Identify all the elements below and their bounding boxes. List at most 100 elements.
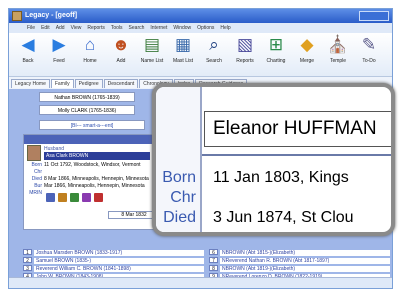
- toolbar-label: Name List: [140, 58, 164, 64]
- merge-button[interactable]: ◆ Merge: [292, 35, 322, 64]
- menu-file[interactable]: File: [27, 25, 35, 31]
- lens-born-value[interactable]: 11 Jan 1803, Kings: [213, 169, 349, 187]
- event-row[interactable]: Bur Mar 1866, Minneapolis, Hennepin, Minn…: [28, 183, 158, 190]
- window-controls[interactable]: [359, 11, 389, 21]
- child-number: 7: [209, 257, 218, 264]
- back-button[interactable]: ◀ Back: [13, 35, 43, 64]
- menu-reports[interactable]: Reports: [87, 25, 105, 31]
- mast-list-button[interactable]: ▦ Mast List: [168, 35, 198, 64]
- toolbar-label: Merge: [299, 58, 315, 64]
- family-action-icon[interactable]: [82, 193, 91, 202]
- tab-pedigree[interactable]: Pedigree: [74, 79, 103, 88]
- toolbar-label: Home: [83, 58, 97, 64]
- child-row[interactable]: 1 Joshua Marsden BROWN (1833-1917): [23, 249, 204, 256]
- tab-family[interactable]: Family: [50, 79, 74, 88]
- toolbar: ◀ Back ▶ Feed ⌂ Home ☻ Add ▤ Name List ▦ Mast List ⌕…: [9, 33, 392, 77]
- child-name: NBROWN (Abt 1819-)(Elizabeth): [220, 266, 390, 272]
- search-icon: ⌕: [209, 35, 219, 54]
- reports-icon: ▧: [236, 35, 254, 54]
- child-row[interactable]: 2 Samuel BROWN (1835-): [23, 257, 204, 264]
- search-button[interactable]: ⌕ Search: [199, 35, 229, 64]
- toolbar-label: Reports: [236, 58, 254, 64]
- toolbar-label: Mast List: [172, 58, 193, 64]
- temple-button[interactable]: ⛪ Temple: [323, 35, 353, 64]
- forward-arrow-icon: ▶: [52, 35, 66, 54]
- event-label: MRIN: [29, 190, 42, 196]
- child-number: 2: [23, 257, 32, 264]
- child-name: NBROWN (Abt 1815-)(Elizabeth): [220, 250, 390, 256]
- lens-divider: [202, 154, 391, 156]
- child-name: Reverend William C. BROWN (1841-1898): [34, 266, 204, 272]
- toolbar-label: Back: [22, 58, 34, 64]
- lens-label-column: Born Chr Died: [156, 87, 202, 232]
- menu-bar: File Edit Add View Reports Tools Search Interne…: [9, 23, 392, 33]
- title-bar: Legacy - [geoff]: [9, 9, 392, 23]
- add-button[interactable]: ☻ Add: [106, 35, 136, 64]
- child-row[interactable]: 6 NBROWN (Abt 1815-)(Elizabeth): [209, 249, 390, 256]
- husband-panel-header: [24, 135, 160, 144]
- family-action-icon[interactable]: [70, 193, 79, 202]
- family-action-icons: [46, 193, 136, 203]
- charting-icon: ⊞: [268, 35, 284, 54]
- magnifier-lens: Born Chr Died Eleanor HUFFMAN 11 Jan 180…: [152, 83, 395, 236]
- child-row[interactable]: 7 NReverend Nathan R. BROWN (Abt 1817-189…: [209, 257, 390, 264]
- pedigree-father-box[interactable]: Nathan BROWN (1765-1839): [39, 92, 135, 102]
- feed-button[interactable]: ▶ Feed: [44, 35, 74, 64]
- menu-options[interactable]: Options: [197, 25, 214, 31]
- toolbar-label: Temple: [329, 58, 347, 64]
- event-value: 11 Oct 1792, Woodstock, Windsor, Vermont: [44, 162, 141, 168]
- family-action-icon[interactable]: [94, 193, 103, 202]
- menu-internet[interactable]: Internet: [150, 25, 167, 31]
- child-number: 8: [209, 265, 218, 272]
- menu-tools[interactable]: Tools: [111, 25, 123, 31]
- name-list-button[interactable]: ▤ Name List: [137, 35, 167, 64]
- toolbar-label: Charting: [266, 58, 286, 64]
- husband-event-list: Born 11 Oct 1792, Woodstock, Windsor, Ver…: [28, 162, 158, 197]
- event-value: 8 Mar 1866, Minneapolis, Hennepin, Minne…: [44, 176, 149, 182]
- tab-descendant[interactable]: Descendant: [103, 79, 139, 88]
- lens-died-value[interactable]: 3 Jun 1874, St Clou: [213, 209, 354, 227]
- toolbar-label: Feed: [53, 58, 65, 64]
- husband-panel: Husband Asa Clark BROWN Born 11 Oct 1792,…: [23, 134, 161, 230]
- home-icon: ⌂: [84, 35, 96, 54]
- merge-icon: ◆: [300, 35, 314, 54]
- menu-help[interactable]: Help: [220, 25, 230, 31]
- menu-edit[interactable]: Edit: [41, 25, 50, 31]
- back-arrow-icon: ◀: [21, 35, 35, 54]
- menu-view[interactable]: View: [71, 25, 82, 31]
- menu-add[interactable]: Add: [56, 25, 65, 31]
- child-row[interactable]: 8 NBROWN (Abt 1819-)(Elizabeth): [209, 265, 390, 272]
- family-action-icon[interactable]: [46, 193, 55, 202]
- pedigree-mother-box[interactable]: Molly CLARK (1765-1836): [39, 105, 135, 115]
- event-label: Bur: [34, 183, 42, 189]
- event-row[interactable]: Died 8 Mar 1866, Minneapolis, Hennepin, M…: [28, 176, 158, 183]
- child-number: 3: [23, 265, 32, 272]
- status-bar: [9, 277, 392, 288]
- husband-name[interactable]: Asa Clark BROWN: [44, 152, 150, 160]
- avatar[interactable]: [27, 145, 41, 161]
- child-row[interactable]: 3 Reverend William C. BROWN (1841-1898): [23, 265, 204, 272]
- lens-chr-label: Chr: [170, 189, 196, 206]
- toolbar-label: To-Do: [362, 58, 376, 64]
- toolbar-label: Add: [116, 58, 126, 64]
- family-action-icon[interactable]: [58, 193, 67, 202]
- event-value: Mar 1866, Minneapolis, Hennepin, Minneso…: [44, 183, 145, 189]
- to-do-button[interactable]: ✎ To-Do: [354, 35, 384, 64]
- child-number: 6: [209, 249, 218, 256]
- lens-wife-name[interactable]: Eleanor HUFFMAN: [204, 111, 391, 147]
- event-row[interactable]: Chr: [28, 169, 158, 176]
- lens-died-label: Died: [163, 209, 196, 226]
- event-label: Died: [31, 176, 42, 182]
- family-link[interactable]: [Bl--- smart-a---ent]: [39, 120, 145, 130]
- home-button[interactable]: ⌂ Home: [75, 35, 105, 64]
- reports-button[interactable]: ▧ Reports: [230, 35, 260, 64]
- menu-window[interactable]: Window: [173, 25, 191, 31]
- event-label: Born: [31, 162, 42, 168]
- add-person-icon: ☻: [112, 35, 130, 54]
- event-row[interactable]: Born 11 Oct 1792, Woodstock, Windsor, Ver…: [28, 162, 158, 169]
- name-list-icon: ▤: [143, 35, 161, 54]
- charting-button[interactable]: ⊞ Charting: [261, 35, 291, 64]
- tab-legacy-home[interactable]: Legacy Home: [11, 79, 50, 88]
- child-name: Samuel BROWN (1835-): [34, 258, 204, 264]
- menu-search[interactable]: Search: [129, 25, 145, 31]
